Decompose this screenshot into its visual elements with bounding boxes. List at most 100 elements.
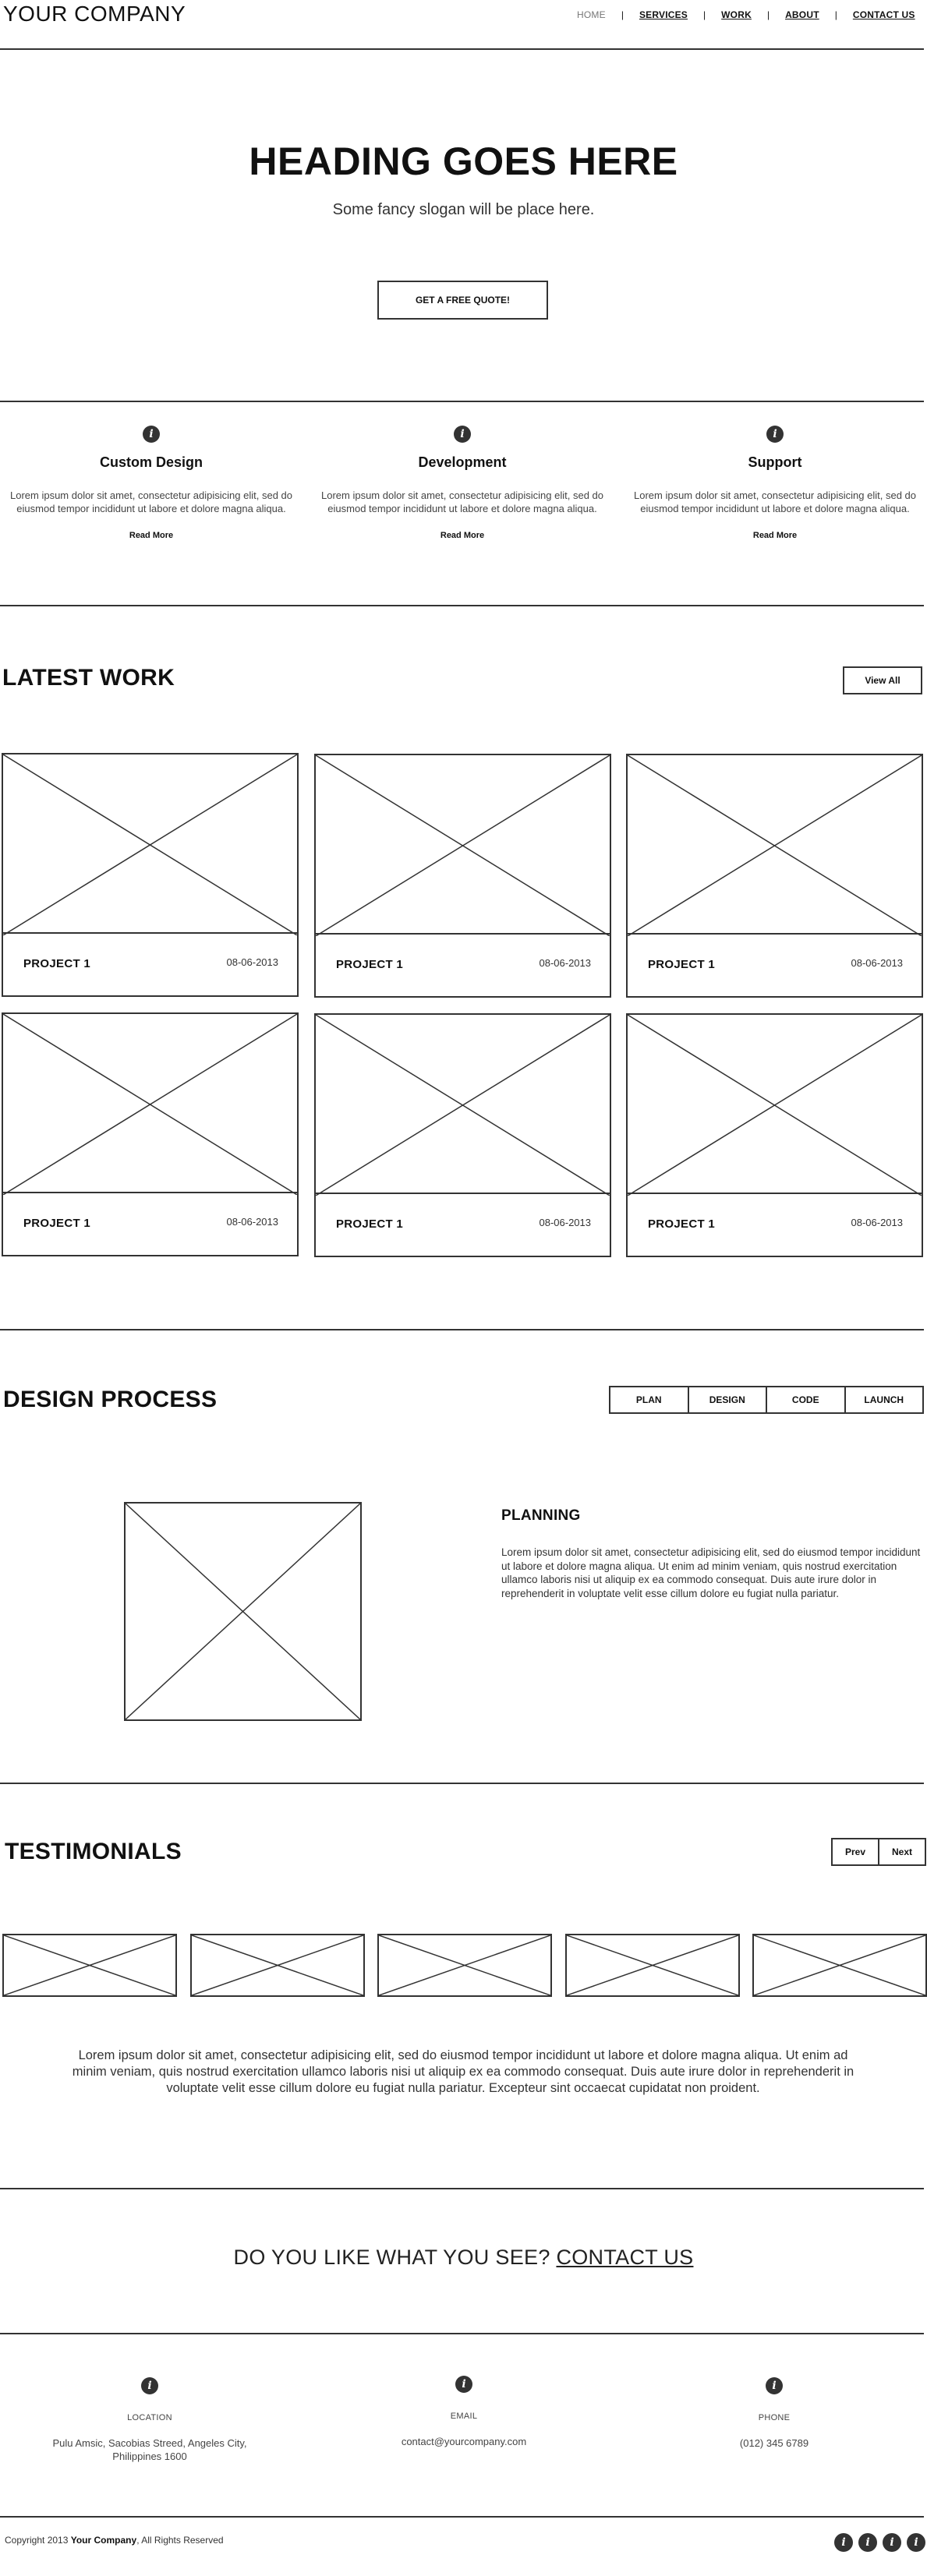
testimonial-avatar[interactable] [565,1934,740,1997]
contact-location: i LOCATION Pulu Amsic, Sacobias Streed, … [0,2377,299,2463]
feature-title: Development [418,454,507,470]
project-footer: PROJECT 1 08-06-2013 [3,1192,297,1255]
copyright: Copyright 2013 Your Company, All Rights … [5,2535,224,2546]
project-card[interactable]: PROJECT 1 08-06-2013 [626,754,923,998]
image-placeholder-icon [567,1935,738,1995]
project-card[interactable]: PROJECT 1 08-06-2013 [314,1013,611,1257]
process-panel-title: PLANNING [501,1507,581,1524]
logo[interactable]: YOUR COMPANY [3,2,186,27]
project-footer: PROJECT 1 08-06-2013 [628,933,922,996]
nav-separator: | [766,9,770,20]
feature-development: i Development Lorem ipsum dolor sit amet… [313,426,612,540]
nav-about[interactable]: ABOUT [785,9,819,20]
main-nav: HOME | SERVICES | WORK | ABOUT | CONTACT… [577,9,915,20]
contact-label: EMAIL [450,2412,478,2421]
project-name: PROJECT 1 [648,958,716,971]
divider [0,2516,924,2518]
contact-value[interactable]: (012) 345 6789 [624,2436,924,2450]
testimonial-avatar[interactable] [2,1934,177,1997]
project-name: PROJECT 1 [336,1217,404,1231]
project-footer: PROJECT 1 08-06-2013 [316,1193,610,1256]
divider [0,2188,924,2189]
tab-launch[interactable]: LAUNCH [844,1387,923,1412]
project-card[interactable]: PROJECT 1 08-06-2013 [626,1013,923,1257]
project-footer: PROJECT 1 08-06-2013 [628,1193,922,1256]
testimonial-text: Lorem ipsum dolor sit amet, consectetur … [72,2048,854,2095]
location-icon: i [141,2377,158,2394]
feature-text: Lorem ipsum dolor sit amet, consectetur … [9,489,292,514]
process-tabs: PLAN DESIGN CODE LAUNCH [609,1386,924,1414]
image-placeholder-icon [192,1935,363,1995]
cta-banner: DO YOU LIKE WHAT YOU SEE? CONTACT US [0,2246,927,2270]
hero-slogan: Some fancy slogan will be place here. [332,201,595,218]
image-placeholder-icon [316,1015,610,1196]
social-icon[interactable]: i [907,2533,925,2552]
social-icon[interactable]: i [883,2533,901,2552]
project-footer: PROJECT 1 08-06-2013 [316,933,610,996]
copyright-suffix: , All Rights Reserved [136,2535,224,2546]
project-date: 08-06-2013 [851,1217,904,1228]
copyright-company: Your Company [70,2535,137,2546]
cta-contact-link[interactable]: CONTACT US [556,2246,693,2269]
social-icon[interactable]: i [858,2533,877,2552]
project-footer: PROJECT 1 08-06-2013 [3,932,297,995]
view-all-button[interactable]: View All [843,666,922,694]
divider [0,1783,924,1784]
image-placeholder-icon [4,1935,175,1995]
process-panel-text: Lorem ipsum dolor sit amet, consectetur … [501,1546,921,1599]
contact-label: LOCATION [127,2413,172,2422]
social-icon[interactable]: i [834,2533,853,2552]
feature-custom-design: i Custom Design Lorem ipsum dolor sit am… [2,426,301,540]
info-icon: i [454,426,471,443]
nav-contact-us[interactable]: CONTACT US [853,9,915,20]
project-card[interactable]: PROJECT 1 08-06-2013 [2,1012,299,1256]
project-name: PROJECT 1 [23,957,91,970]
nav-work[interactable]: WORK [721,9,752,20]
copyright-prefix: Copyright 2013 [5,2535,69,2546]
project-date: 08-06-2013 [226,956,279,968]
social-links: i i i i [834,2533,925,2552]
nav-home[interactable]: HOME [577,9,606,20]
divider [0,605,924,606]
hero-title: HEADING GOES HERE [249,140,678,183]
divider [0,1329,924,1330]
project-card[interactable]: PROJECT 1 08-06-2013 [314,754,611,998]
process-image [124,1502,362,1721]
image-placeholder-icon [3,754,297,935]
testimonial-avatar[interactable] [752,1934,927,1997]
tab-design[interactable]: DESIGN [687,1387,766,1412]
project-date: 08-06-2013 [539,957,592,969]
project-name: PROJECT 1 [648,1217,716,1231]
project-name: PROJECT 1 [23,1217,91,1230]
testimonial-avatar[interactable] [377,1934,552,1997]
latest-work-title: LATEST WORK [2,665,175,691]
contact-value: Pulu Amsic, Sacobias Streed, Angeles Cit… [52,2437,247,2462]
free-quote-button[interactable]: GET A FREE QUOTE! [377,281,548,320]
feature-support: i Support Lorem ipsum dolor sit amet, co… [625,426,925,540]
contact-phone: i PHONE (012) 345 6789 [624,2377,924,2450]
read-more-link[interactable]: Read More [2,531,301,540]
divider [0,48,924,50]
project-date: 08-06-2013 [851,957,904,969]
prev-button[interactable]: Prev [833,1839,878,1864]
feature-title: Support [748,454,802,470]
contact-value[interactable]: contact@yourcompany.com [314,2435,614,2448]
image-placeholder-icon [316,755,610,936]
email-icon: i [455,2376,472,2393]
project-date: 08-06-2013 [226,1216,279,1228]
next-button[interactable]: Next [878,1839,925,1864]
feature-title: Custom Design [99,454,203,470]
divider [0,2333,924,2334]
project-card[interactable]: PROJECT 1 08-06-2013 [2,753,299,997]
image-placeholder-icon [628,1015,922,1196]
tab-plan[interactable]: PLAN [610,1387,688,1412]
read-more-link[interactable]: Read More [625,531,925,540]
nav-services[interactable]: SERVICES [639,9,688,20]
read-more-link[interactable]: Read More [313,531,612,540]
image-placeholder-icon [754,1935,925,1995]
contact-label: PHONE [758,2413,791,2422]
testimonial-avatar[interactable] [190,1934,365,1997]
info-icon: i [766,426,784,443]
testimonials-title: TESTIMONIALS [5,1839,182,1864]
tab-code[interactable]: CODE [766,1387,844,1412]
